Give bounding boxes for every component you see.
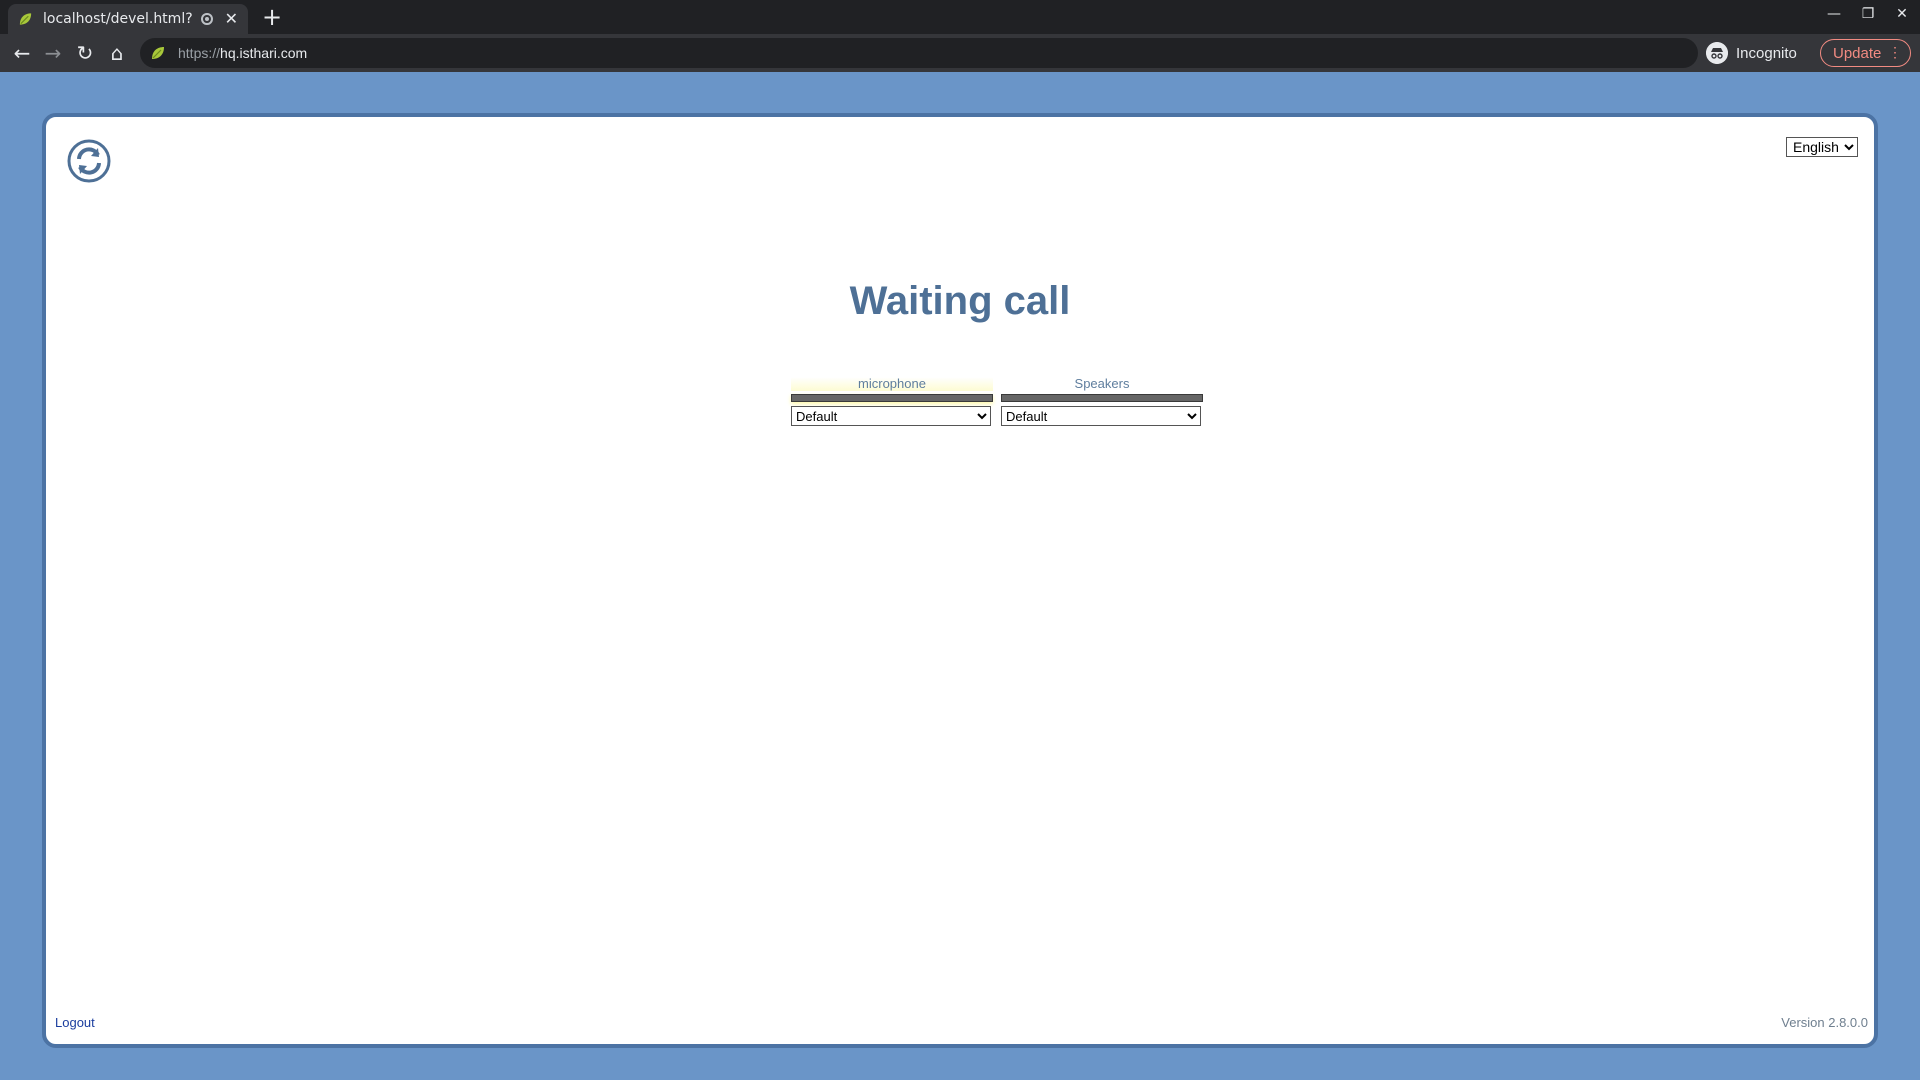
microphone-select[interactable]: Default	[791, 406, 991, 426]
url-host: hq.isthari.com	[220, 45, 308, 61]
speakers-level-meter	[1001, 394, 1203, 402]
new-tab-button[interactable]: +	[262, 3, 282, 31]
more-menu-icon[interactable]: ⋮	[1888, 44, 1902, 61]
browser-toolbar: ← → ↻ ⌂ https:// hq.isthari.com Incognit…	[0, 34, 1920, 72]
restore-icon[interactable]: ❐	[1860, 6, 1876, 26]
update-button[interactable]: Update ⋮	[1820, 39, 1911, 67]
speakers-label: Speakers	[1074, 376, 1130, 391]
app-panel: English Waiting call microphone Default …	[42, 113, 1878, 1048]
browser-tab-bar: localhost/devel.html?l ✕ + — ❐ ✕	[0, 0, 1920, 34]
microphone-label: microphone	[791, 377, 993, 391]
incognito-indicator[interactable]: Incognito	[1706, 40, 1797, 66]
update-label: Update	[1833, 44, 1882, 62]
microphone-group: microphone Default	[791, 377, 993, 426]
language-select[interactable]: English	[1786, 137, 1858, 157]
close-window-icon[interactable]: ✕	[1894, 6, 1910, 26]
recording-indicator-icon	[201, 13, 213, 25]
address-bar[interactable]: https:// hq.isthari.com	[140, 38, 1698, 68]
url-scheme: https://	[178, 45, 221, 61]
leaf-icon	[19, 13, 32, 25]
home-button[interactable]: ⌂	[104, 40, 130, 66]
incognito-label: Incognito	[1736, 44, 1797, 62]
logout-link[interactable]: Logout	[55, 1015, 95, 1030]
reload-button[interactable]: ↻	[72, 40, 98, 66]
sync-icon[interactable]	[67, 139, 111, 183]
tab-close-icon[interactable]: ✕	[225, 9, 238, 29]
browser-tab[interactable]: localhost/devel.html?l ✕	[8, 4, 248, 34]
minimize-icon[interactable]: —	[1826, 6, 1842, 26]
microphone-level-meter	[791, 394, 993, 402]
speakers-select[interactable]: Default	[1001, 406, 1201, 426]
tab-title: localhost/devel.html?l	[43, 11, 194, 27]
window-controls: — ❐ ✕	[1826, 6, 1910, 26]
leaf-icon	[152, 47, 164, 59]
speakers-group: Speakers Default	[1001, 377, 1203, 426]
version-label: Version 2.8.0.0	[1781, 1015, 1868, 1030]
incognito-icon	[1706, 42, 1728, 64]
back-button[interactable]: ←	[9, 40, 35, 66]
page-title: Waiting call	[849, 279, 1071, 323]
forward-button[interactable]: →	[40, 40, 66, 66]
